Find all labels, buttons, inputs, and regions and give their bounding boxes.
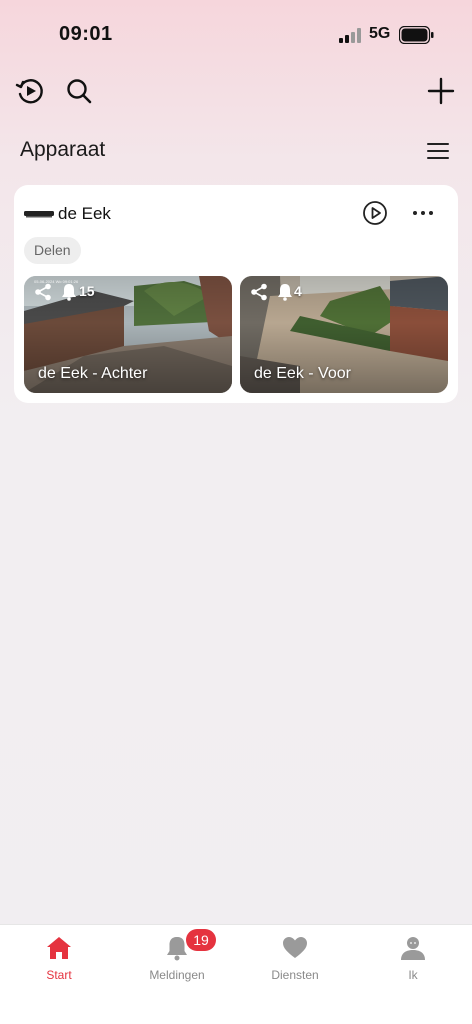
network-type: 5G — [369, 25, 391, 42]
camera-tile[interactable]: 05-06-2024 Wo 09:01:26 15 de Eek - Achte… — [24, 276, 232, 393]
tab-label: Diensten — [271, 968, 319, 982]
camera-label: de Eek - Achter — [38, 365, 148, 382]
tab-ik[interactable]: Ik — [354, 925, 472, 995]
device-more-button[interactable] — [409, 199, 437, 227]
camera-tile[interactable]: 4 de Eek - Voor — [240, 276, 448, 393]
share-icon[interactable] — [34, 283, 52, 301]
status-time: 09:01 — [59, 23, 113, 45]
play-circle-icon — [363, 201, 387, 225]
search-icon — [67, 79, 92, 104]
tab-label: Meldingen — [149, 968, 205, 982]
more-dots-icon — [413, 211, 433, 215]
tab-start[interactable]: Start — [0, 925, 118, 995]
search-button[interactable] — [63, 75, 95, 107]
bottom-tab-bar: Start 19 Meldingen Diensten Ik — [0, 924, 472, 1024]
person-icon — [401, 937, 425, 960]
page-title: Apparaat — [20, 138, 106, 161]
bell-icon — [278, 284, 292, 301]
notification-badge: 19 — [186, 929, 216, 951]
device-card[interactable]: de Eek Delen 05-06-2024 Wo 09:01:26 15 d… — [14, 185, 458, 403]
heart-icon — [283, 937, 307, 958]
camera-label: de Eek - Voor — [254, 365, 351, 382]
tab-label: Start — [46, 968, 72, 982]
plus-icon — [427, 77, 455, 105]
tab-label: Ik — [408, 968, 418, 982]
alert-count: 4 — [294, 283, 302, 299]
bell-icon — [62, 284, 76, 301]
signal-strength-icon — [339, 28, 361, 43]
device-playback-button[interactable] — [361, 199, 389, 227]
share-icon[interactable] — [250, 283, 268, 301]
home-icon — [47, 937, 71, 959]
nvr-recorder-icon — [24, 211, 54, 218]
playback-history-button[interactable] — [14, 75, 46, 107]
hamburger-menu-icon — [427, 143, 449, 159]
tab-meldingen[interactable]: 19 Meldingen — [118, 925, 236, 995]
alert-count: 15 — [79, 283, 95, 299]
tab-diensten[interactable]: Diensten — [236, 925, 354, 995]
status-bar: 09:01 5G — [0, 0, 472, 70]
playback-history-icon — [15, 79, 43, 104]
list-menu-button[interactable] — [422, 135, 454, 167]
battery-icon — [399, 26, 434, 44]
device-name: de Eek — [58, 204, 111, 223]
share-chip[interactable]: Delen — [24, 237, 81, 264]
add-device-button[interactable] — [425, 75, 457, 107]
